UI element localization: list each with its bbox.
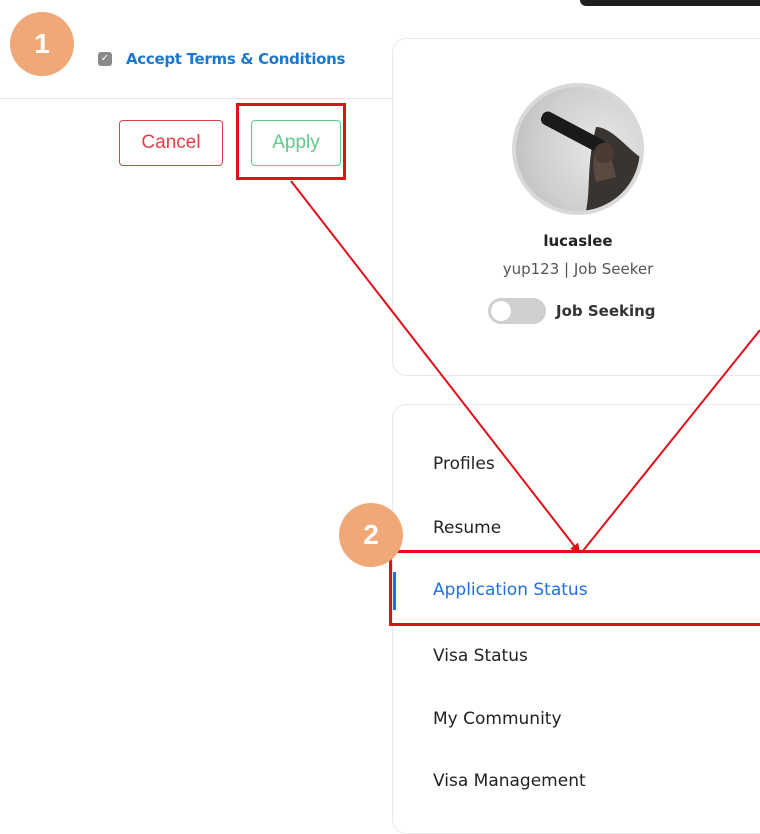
terms-row[interactable]: ✓ Accept Terms & Conditions [98, 48, 345, 70]
apply-highlight-box [236, 103, 346, 180]
step-badge-1: 1 [10, 12, 74, 76]
job-seeking-label: Job Seeking [556, 302, 656, 320]
profile-meta: yup123 | Job Seeker [502, 260, 654, 278]
menu-item-visa-management[interactable]: Visa Management [433, 771, 586, 791]
application-status-highlight-box [389, 550, 760, 626]
step-badge-2: 2 [339, 503, 403, 567]
profile-username: lucaslee [543, 232, 613, 250]
avatar[interactable] [512, 83, 644, 215]
menu-item-my-community[interactable]: My Community [433, 709, 562, 729]
phone-hand-icon [540, 111, 640, 211]
cancel-button[interactable]: Cancel [119, 120, 223, 166]
job-seeking-toggle-row[interactable]: Job Seeking [488, 298, 656, 324]
top-bar-edge [580, 0, 760, 6]
toggle-knob [491, 301, 511, 321]
job-seeking-toggle[interactable] [488, 298, 546, 324]
menu-item-visa-status[interactable]: Visa Status [433, 646, 528, 666]
terms-checkbox[interactable]: ✓ [98, 52, 112, 66]
terms-label[interactable]: Accept Terms & Conditions [126, 50, 345, 68]
menu-item-profiles[interactable]: Profiles [433, 454, 495, 474]
divider [0, 98, 392, 99]
menu-item-resume[interactable]: Resume [433, 518, 501, 538]
